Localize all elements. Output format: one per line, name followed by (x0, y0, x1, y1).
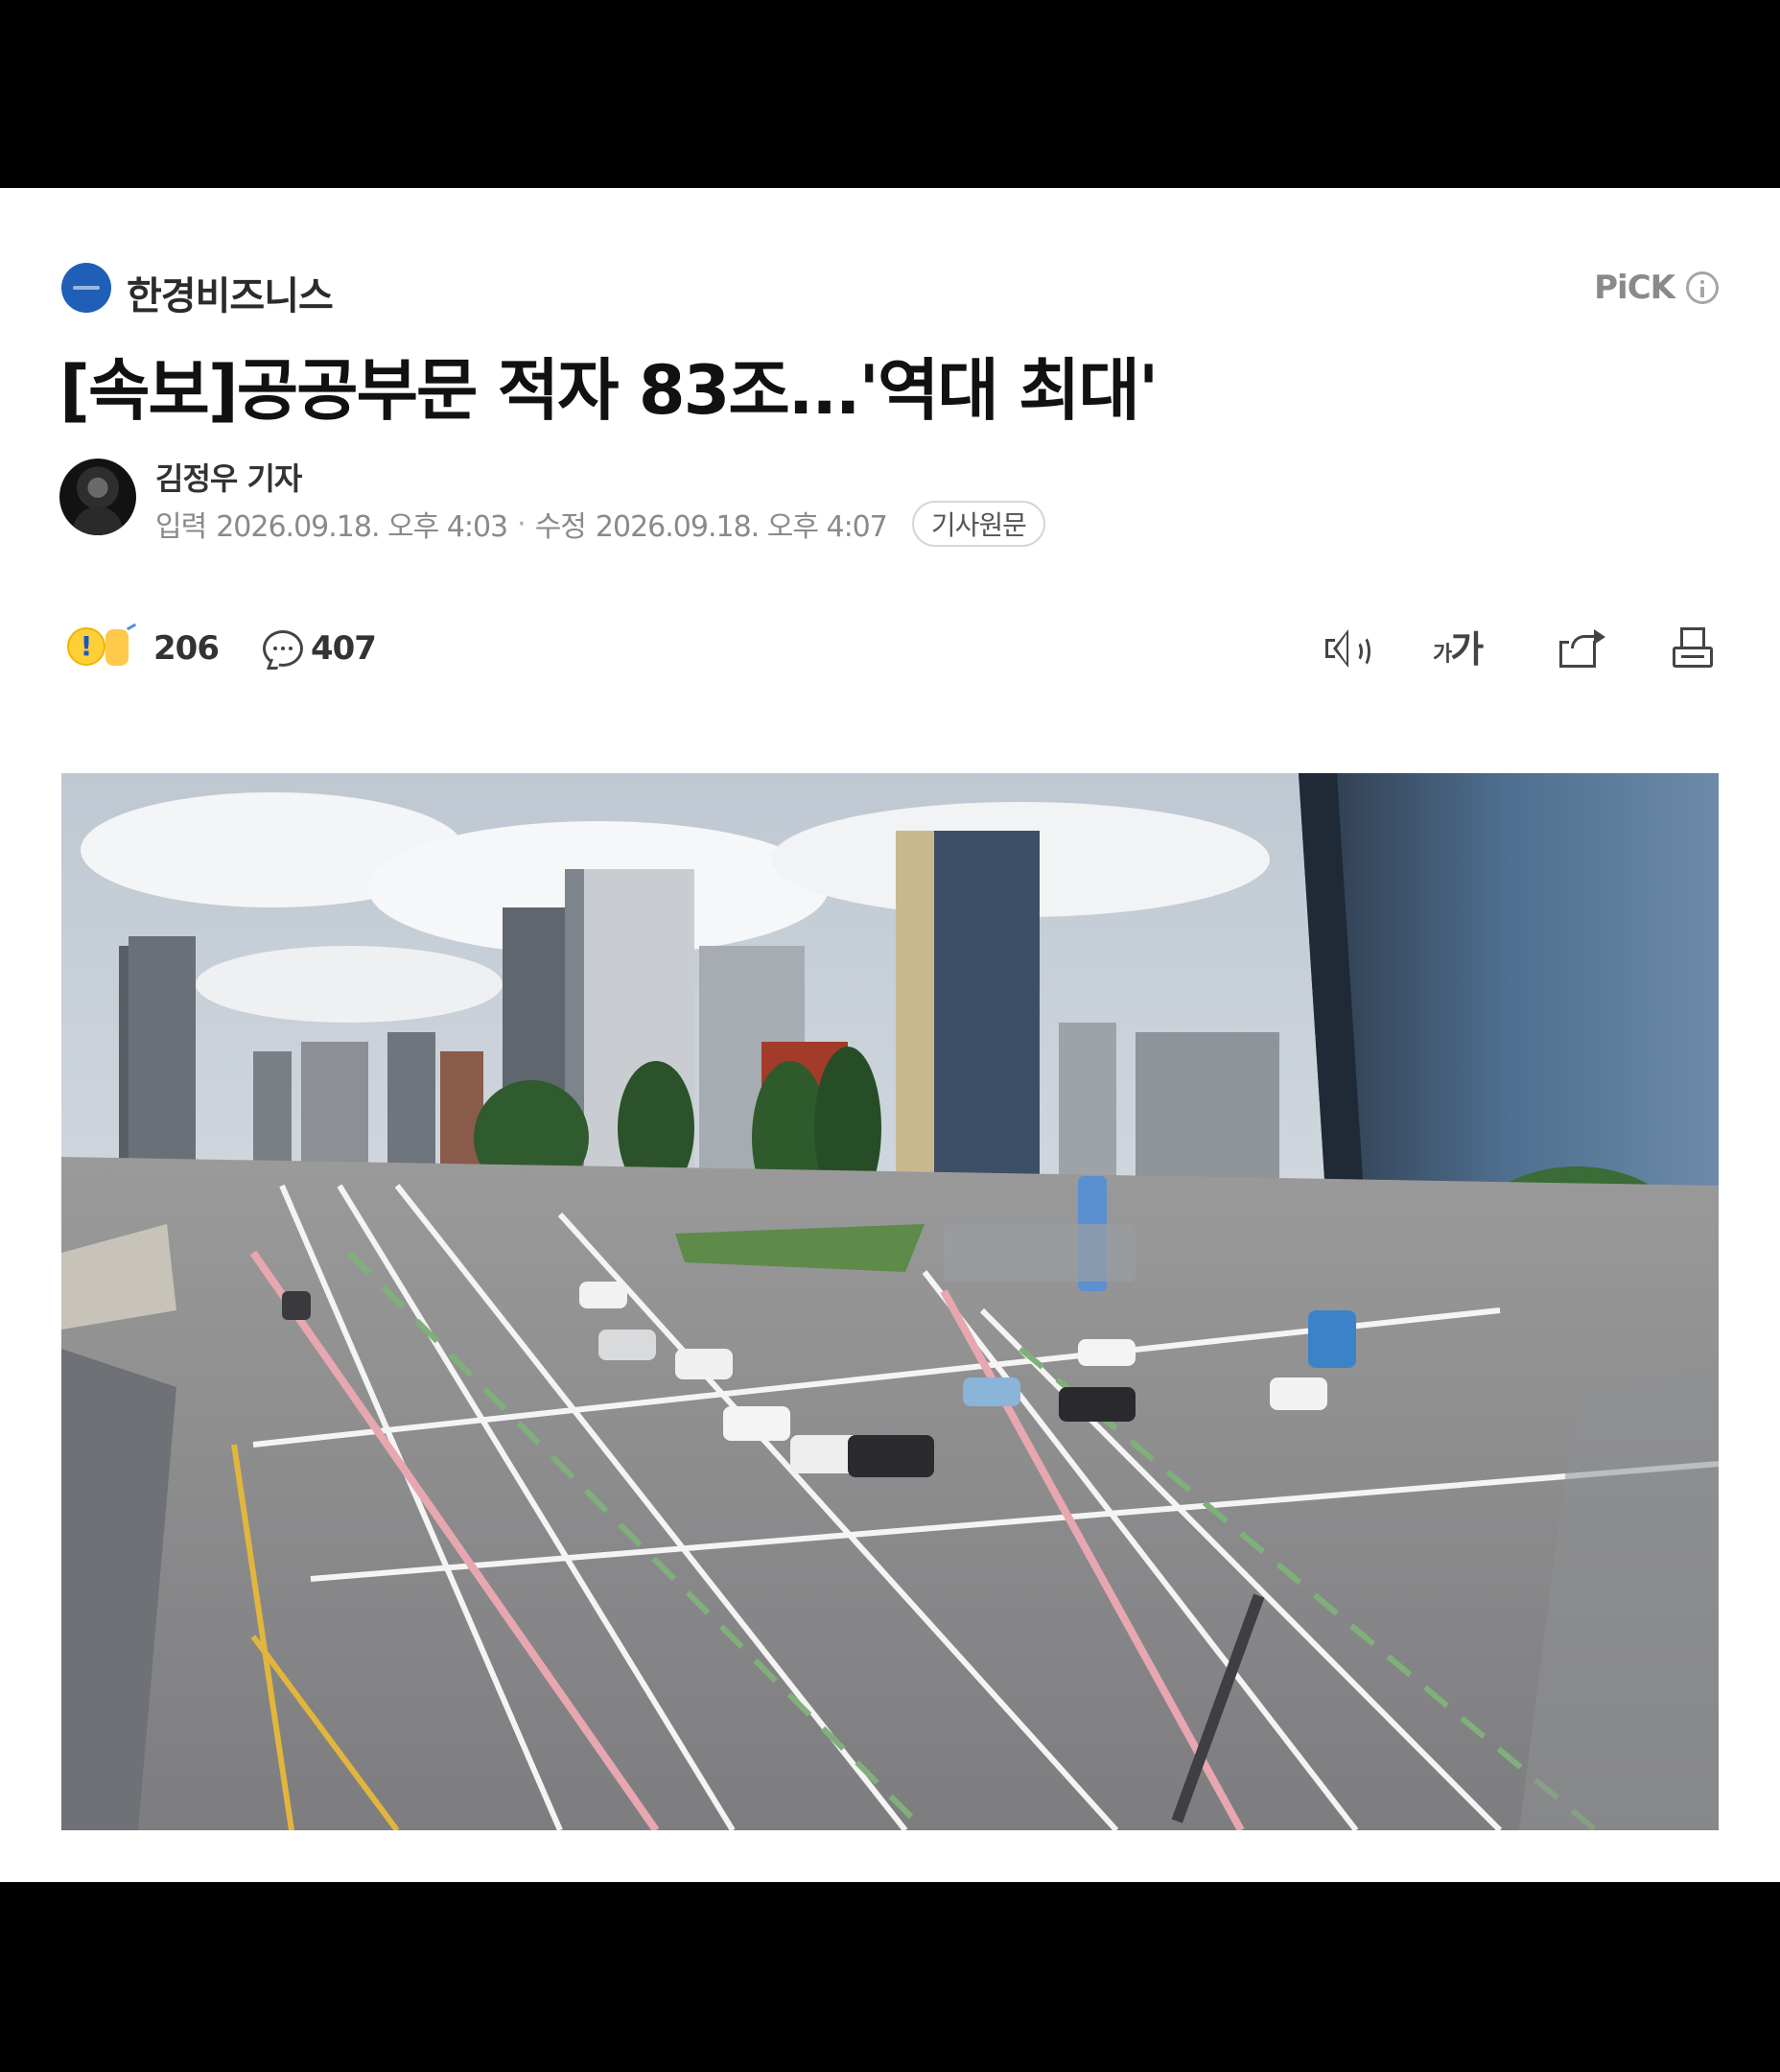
article-photo[interactable] (61, 773, 1719, 1830)
press-header: 한경비즈니스 PiCK (61, 261, 1719, 318)
article-page: 한경비즈니스 PiCK [속보]공공부문 적자 83조...'역대 최대' 김정… (0, 188, 1780, 1882)
font-size-icon[interactable]: 가 가 (1433, 624, 1492, 673)
city-intersection-photo (61, 773, 1719, 1830)
pick-badge[interactable]: PiCK (1594, 267, 1719, 309)
print-icon[interactable] (1669, 624, 1719, 673)
share-icon[interactable] (1556, 624, 1605, 673)
reporter-avatar[interactable] (59, 459, 136, 535)
comment-icon[interactable] (262, 630, 303, 667)
clap-emoji-icon (105, 629, 129, 666)
comment-count[interactable]: 407 (311, 629, 377, 668)
reaction-bar: ! 206 407 (67, 620, 377, 677)
modified-datetime: 2026.09.18. 오후 4:07 (595, 510, 888, 544)
font-size-big-glyph: 가 (1450, 628, 1484, 671)
article-toolbar: 가 가 (1320, 620, 1719, 677)
input-datetime: 2026.09.18. 오후 4:03 (216, 510, 508, 544)
top-black-bar (0, 0, 1780, 188)
surprise-emoji-icon: ! (67, 627, 105, 666)
date-separator: · (517, 506, 526, 541)
font-size-small-glyph: 가 (1433, 643, 1452, 667)
pick-label: PiCK (1594, 269, 1675, 307)
input-label: 입력 (155, 510, 207, 544)
article-dates: 입력 2026.09.18. 오후 4:03 · 수정 2026.09.18. … (155, 501, 1045, 547)
bottom-black-bar (0, 1882, 1780, 2072)
article-headline: [속보]공공부문 적자 83조...'역대 최대' (59, 351, 1159, 430)
reporter-name[interactable]: 김정우 기자 (155, 455, 302, 499)
press-name[interactable]: 한경비즈니스 (127, 265, 334, 320)
original-article-button[interactable]: 기사원문 (911, 501, 1045, 547)
modified-label: 수정 (534, 510, 587, 544)
info-icon[interactable] (1686, 271, 1719, 304)
speaker-icon[interactable] (1320, 624, 1370, 673)
reaction-count[interactable]: 206 (153, 629, 220, 668)
press-logo[interactable] (61, 263, 111, 313)
reaction-emoji-icon[interactable]: ! (67, 624, 146, 673)
